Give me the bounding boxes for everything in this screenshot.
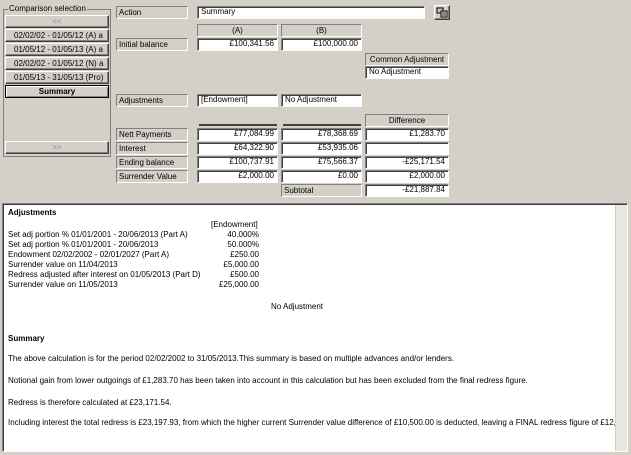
copy-button[interactable] bbox=[434, 5, 450, 20]
adj-line-label: Endowment 02/02/2002 - 02/01/2027 (Part … bbox=[8, 250, 169, 259]
report-summary-heading: Summary bbox=[8, 334, 45, 343]
nett-payments-b-field[interactable]: £78,368.69 bbox=[281, 128, 362, 141]
summary-paragraph: Including interest the total redress is … bbox=[8, 418, 628, 427]
ending-balance-a-field[interactable]: £100,737.91 bbox=[197, 156, 278, 169]
interest-label: Interest bbox=[116, 142, 188, 155]
nett-payments-label: Nett Payments bbox=[116, 128, 188, 141]
surrender-value-diff-field[interactable]: £2,000.00 bbox=[365, 170, 449, 183]
action-field[interactable]: Summary bbox=[197, 6, 425, 19]
report-no-adjustment: No Adjustment bbox=[271, 302, 324, 311]
comparison-item-summary[interactable]: Summary bbox=[5, 85, 109, 98]
adjustments-b-field[interactable]: No Adjustment bbox=[281, 94, 362, 107]
adj-line-label: Redress adjusted after interest on 01/05… bbox=[8, 270, 201, 279]
common-adjustment-header: Common Adjustment bbox=[365, 53, 449, 66]
interest-b-field[interactable]: £53,935.06 bbox=[281, 142, 362, 155]
adj-line-value: 50.000% bbox=[227, 240, 259, 249]
initial-balance-label: Initial balance bbox=[116, 38, 188, 51]
summary-paragraph: Notional gain from lower outgoings of £1… bbox=[8, 376, 528, 385]
comparison-item-1[interactable]: 02/02/02 - 01/05/12 (A) a bbox=[5, 29, 109, 42]
report-endowment-heading: [Endowment] bbox=[211, 220, 258, 229]
surrender-value-label: Surrender Value bbox=[116, 170, 188, 183]
initial-balance-b-field[interactable]: £100,000.00 bbox=[281, 38, 362, 51]
surrender-value-b-field[interactable]: £0.00 bbox=[281, 170, 362, 183]
adj-line-label: Surrender value on 11/04/2013 bbox=[8, 260, 118, 269]
adj-line-label: Set adj portion % 01/01/2001 - 20/06/201… bbox=[8, 240, 159, 249]
report-scrollbar[interactable] bbox=[615, 205, 627, 451]
comparison-scroll-up-button[interactable]: << bbox=[5, 15, 109, 28]
column-b-header: (B) bbox=[281, 24, 362, 37]
adjustments-label: Adjustments bbox=[116, 94, 188, 107]
column-a-header: (A) bbox=[197, 24, 278, 37]
interest-diff-field[interactable] bbox=[365, 142, 449, 155]
subtotal-field[interactable]: -£21,887.84 bbox=[365, 184, 449, 197]
comparison-item-3[interactable]: 02/02/02 - 01/05/12 (N) a bbox=[5, 57, 109, 70]
surrender-value-a-field[interactable]: £2,000.00 bbox=[197, 170, 278, 183]
adjustments-a-field[interactable]: [Endowment] bbox=[197, 94, 278, 107]
ending-balance-diff-field[interactable]: -£25,171.54 bbox=[365, 156, 449, 169]
ending-balance-label: Ending balance bbox=[116, 156, 188, 169]
column-a-separator bbox=[199, 124, 277, 126]
report-panel[interactable]: Adjustments [Endowment] Set adj portion … bbox=[2, 203, 628, 452]
column-b-separator bbox=[283, 124, 361, 126]
ending-balance-b-field[interactable]: £75,566.37 bbox=[281, 156, 362, 169]
common-adjustment-field[interactable]: No Adjustment bbox=[365, 66, 449, 79]
action-label: Action bbox=[116, 6, 188, 19]
adj-line-value: 40.000% bbox=[227, 230, 259, 239]
nett-payments-diff-field[interactable]: £1,283.70 bbox=[365, 128, 449, 141]
adj-line-value: £250.00 bbox=[230, 250, 259, 259]
comparison-selection-title: Comparison selection bbox=[8, 4, 87, 13]
adj-line-label: Set adj portion % 01/01/2001 - 20/06/201… bbox=[8, 230, 188, 239]
initial-balance-a-field[interactable]: £100,341.56 bbox=[197, 38, 278, 51]
adj-line-value: £500.00 bbox=[230, 270, 259, 279]
adj-line-value: £5,000.00 bbox=[223, 260, 259, 269]
comparison-item-4[interactable]: 01/05/13 - 31/05/13 (Pro) bbox=[5, 71, 109, 84]
summary-paragraph: The above calculation is for the period … bbox=[8, 354, 455, 363]
report-adjustments-heading: Adjustments bbox=[8, 208, 57, 217]
adj-line-value: £25,000.00 bbox=[218, 280, 259, 289]
adj-line-label: Surrender value on 11/05/2013 bbox=[8, 280, 118, 289]
difference-header: Difference bbox=[365, 114, 449, 127]
summary-paragraph: Redress is therefore calculated at £23,1… bbox=[8, 398, 172, 407]
comparison-scroll-down-button[interactable]: >> bbox=[5, 141, 109, 154]
interest-a-field[interactable]: £64,322.90 bbox=[197, 142, 278, 155]
copy-icon bbox=[436, 7, 448, 18]
comparison-item-2[interactable]: 01/05/12 - 01/05/13 (A) a bbox=[5, 43, 109, 56]
nett-payments-a-field[interactable]: £77,084.99 bbox=[197, 128, 278, 141]
subtotal-label: Subtotal bbox=[281, 184, 362, 197]
